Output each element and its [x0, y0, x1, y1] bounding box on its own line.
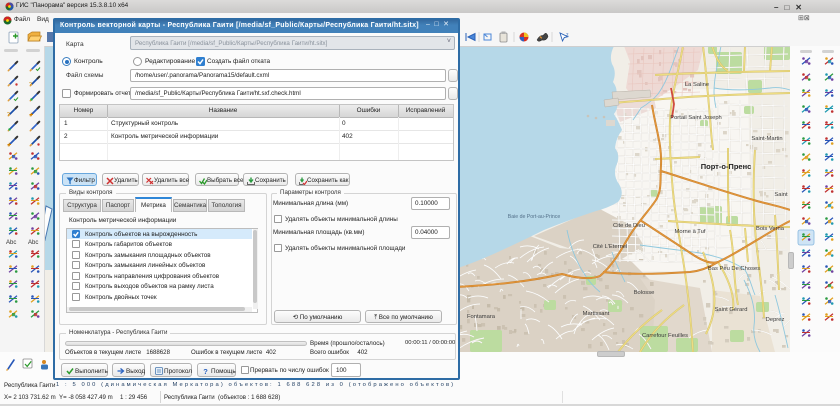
svg-text:Bas Peu De Choses: Bas Peu De Choses: [708, 266, 760, 272]
svg-text:Saint: Saint: [774, 192, 788, 198]
svg-text:Baie de Port-au-Prince: Baie de Port-au-Prince: [508, 214, 561, 220]
svg-text:Bois Verna: Bois Verna: [756, 226, 785, 232]
svg-text:Saint Gérard: Saint Gérard: [715, 307, 748, 313]
svg-text:Portail Saint Joseph: Portail Saint Joseph: [670, 115, 722, 121]
svg-text:Bolosse: Bolosse: [634, 290, 655, 296]
svg-text:Carrefour Feuilles: Carrefour Feuilles: [642, 333, 688, 339]
svg-text:?: ?: [7, 112, 10, 118]
svg-text:La Saline: La Saline: [685, 82, 709, 88]
svg-text:?: ?: [29, 82, 32, 88]
svg-text:Порт-о-Пренс: Порт-о-Пренс: [701, 162, 752, 171]
svg-text:2: 2: [566, 32, 569, 37]
svg-text:?: ?: [203, 367, 208, 375]
svg-text:Martissant: Martissant: [583, 311, 610, 317]
svg-text:Cite de Dieu: Cite de Dieu: [613, 223, 645, 229]
svg-text:Fontamara: Fontamara: [467, 314, 496, 320]
svg-text:Morne à Tuf: Morne à Tuf: [675, 229, 706, 235]
svg-text:Saint-Martin: Saint-Martin: [751, 136, 782, 142]
svg-text:Abc: Abc: [28, 240, 38, 246]
svg-text:Deprez: Deprez: [766, 317, 785, 323]
svg-text:Abc: Abc: [6, 240, 16, 246]
svg-text:Cité L'Eternel: Cité L'Eternel: [593, 244, 628, 250]
